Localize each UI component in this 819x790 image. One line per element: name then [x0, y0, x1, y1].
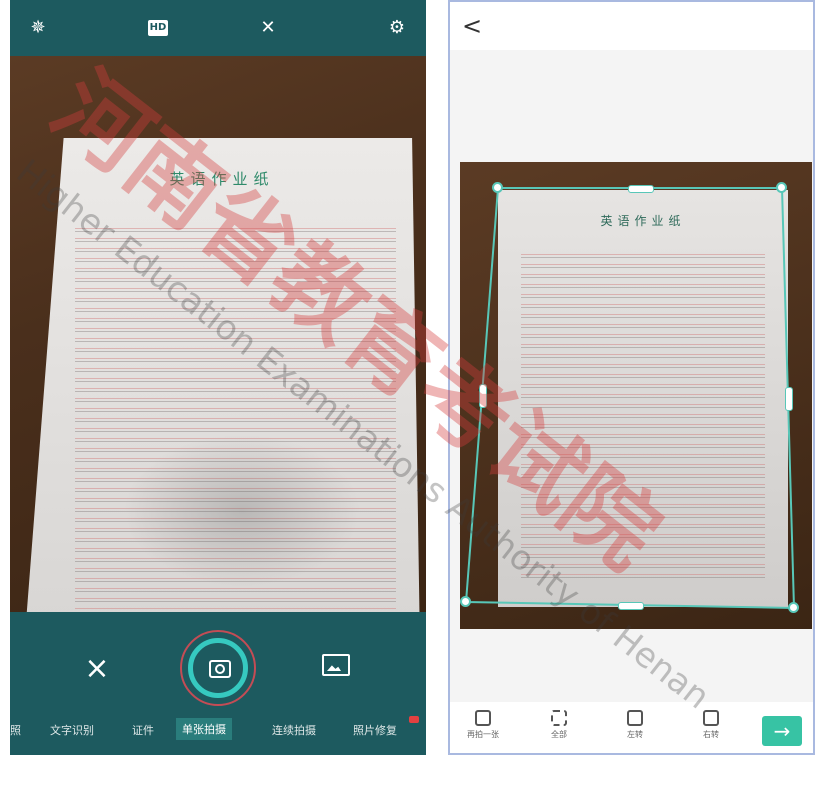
- select-all-button[interactable]: 全部: [536, 710, 582, 740]
- crop-image: 英语作业纸: [460, 162, 812, 629]
- crop-handle-bottom-left[interactable]: [460, 596, 471, 607]
- mode-item-active[interactable]: 单张拍摄: [176, 718, 232, 740]
- shutter-button[interactable]: [188, 638, 248, 698]
- mode-item[interactable]: 照片修复: [353, 722, 397, 738]
- retake-button[interactable]: 再拍一张: [460, 710, 506, 740]
- crop-handle-bottom-right[interactable]: [788, 602, 799, 613]
- worksheet-paper: 英语作业纸: [24, 138, 420, 648]
- rotate-right-icon: [703, 710, 719, 726]
- camera-screen: ✵ HD ✕ ⚙ 英语作业纸 × 照 文字识别 证件 单张拍摄 连续拍摄 照片修…: [10, 0, 426, 755]
- mode-item[interactable]: 证件: [132, 722, 154, 738]
- camera-icon: [209, 660, 231, 678]
- camera-top-bar: ✵ HD ✕ ⚙: [10, 0, 426, 56]
- crop-handle-bottom[interactable]: [618, 602, 644, 610]
- rotate-left-button[interactable]: 左转: [612, 710, 658, 740]
- crop-handle-left[interactable]: [479, 384, 487, 408]
- crop-handle-right[interactable]: [785, 387, 793, 411]
- new-badge: [409, 716, 419, 723]
- crop-toolbar: 再拍一张 全部 左转 右转 →: [450, 702, 813, 753]
- rotate-left-icon: [627, 710, 643, 726]
- camera-icon: [475, 710, 491, 726]
- mode-item[interactable]: 连续拍摄: [272, 722, 316, 738]
- flash-auto-icon[interactable]: ✵: [26, 16, 50, 40]
- crop-screen: < 英语作业纸 再拍一张 全部 左转 右转 →: [448, 0, 815, 755]
- crop-handle-top[interactable]: [628, 185, 654, 193]
- camera-bottom-bar: × 照 文字识别 证件 单张拍摄 连续拍摄 照片修复: [10, 612, 426, 755]
- capture-mode-row: 照 文字识别 证件 单张拍摄 连续拍摄 照片修复: [10, 716, 426, 744]
- crop-header: <: [450, 2, 813, 50]
- select-all-icon: [551, 710, 567, 726]
- settings-icon[interactable]: ⚙: [385, 16, 409, 40]
- worksheet-title: 英语作业纸: [169, 170, 275, 188]
- gallery-icon[interactable]: [322, 654, 350, 676]
- crop-frame: [464, 187, 796, 610]
- mode-item[interactable]: 照: [10, 722, 21, 738]
- shadow: [123, 433, 361, 587]
- close-button[interactable]: ×: [80, 652, 114, 686]
- grid-off-icon[interactable]: ✕: [256, 16, 280, 40]
- crop-handle-top-right[interactable]: [776, 182, 787, 193]
- rotate-right-button[interactable]: 右转: [688, 710, 734, 740]
- next-arrow-button[interactable]: →: [762, 716, 802, 746]
- back-icon[interactable]: <: [462, 14, 482, 38]
- camera-viewfinder: 英语作业纸: [10, 56, 426, 648]
- hd-icon[interactable]: HD: [148, 20, 168, 36]
- mode-item[interactable]: 文字识别: [50, 722, 94, 738]
- crop-handle-top-left[interactable]: [492, 182, 503, 193]
